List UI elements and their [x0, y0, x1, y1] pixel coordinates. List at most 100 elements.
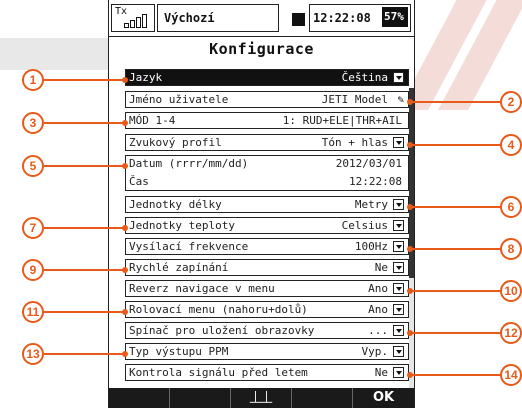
callout-leader-line — [44, 165, 126, 167]
softkey-4[interactable] — [292, 388, 353, 408]
callout-8: 8 — [500, 238, 522, 260]
dropdown-arrow-icon[interactable] — [393, 220, 404, 231]
dropdown-arrow-icon[interactable] — [393, 346, 404, 357]
setting-value: Ne — [374, 261, 388, 274]
callout-leader-line — [410, 248, 502, 250]
setting-label: Typ výstupu PPM — [129, 345, 229, 358]
callout-dot — [122, 120, 128, 126]
setting-row-quick-start[interactable]: Rychlé zapínání Ne — [125, 259, 409, 276]
callout-dot — [122, 351, 128, 357]
callout-5: 5 — [22, 155, 44, 177]
setting-row-temperature-units[interactable]: Jednotky teploty Celsius — [125, 217, 409, 234]
callout-10: 10 — [500, 280, 522, 302]
dropdown-arrow-icon[interactable] — [393, 199, 404, 210]
callout-12: 12 — [500, 322, 522, 344]
time-label: Čas — [129, 175, 149, 188]
setting-row-scroll-menu[interactable]: Rolovací menu (nahoru+dolů) Ano — [125, 301, 409, 318]
model-name-box: Výchozí — [157, 4, 279, 32]
callout-leader-line — [44, 122, 126, 124]
dropdown-arrow-icon[interactable] — [393, 325, 404, 336]
setting-value: ... — [368, 324, 388, 337]
setting-row-language[interactable]: Jazyk Čeština — [125, 69, 409, 86]
callout-dot — [122, 267, 128, 273]
setting-value: Celsius — [341, 219, 388, 232]
device-screen: Tx Výchozí 12:22:08 57% Konfigurace Jazy… — [108, 0, 415, 408]
callout-dot — [407, 372, 413, 378]
callout-dot — [122, 309, 128, 315]
callout-dot — [122, 77, 128, 83]
tx-label: Tx — [115, 6, 128, 17]
setting-label: Spínač pro uložení obrazovky — [129, 324, 315, 337]
callout-7: 7 — [22, 217, 44, 239]
setting-label: Reverz navigace v menu — [129, 282, 275, 295]
setting-label: Vysílací frekvence — [129, 240, 249, 253]
callout-leader-line — [44, 269, 126, 271]
clock-box: 12:22:08 57% — [309, 4, 411, 32]
dropdown-arrow-icon[interactable] — [393, 367, 404, 378]
callout-dot — [122, 163, 128, 169]
setting-value: JETI Model — [321, 93, 388, 106]
callout-6: 6 — [500, 196, 522, 218]
setting-label: Jednotky délky — [129, 198, 222, 211]
callout-11: 11 — [22, 301, 44, 323]
callout-dot — [407, 142, 413, 148]
callout-13: 13 — [22, 343, 44, 365]
callout-leader-line — [410, 101, 502, 103]
setting-row-preflight-signal-check[interactable]: Kontrola signálu před letem Ne — [125, 364, 409, 381]
time-value[interactable]: 12:22:08 — [349, 175, 402, 188]
callout-1: 1 — [22, 69, 44, 91]
setting-label: MÓD 1-4 — [129, 114, 176, 127]
setting-value: Vyp. — [361, 345, 389, 358]
setting-label: Rolovací menu (nahoru+dolů) — [129, 303, 308, 316]
dropdown-arrow-icon[interactable] — [393, 72, 404, 83]
dropdown-arrow-icon[interactable] — [393, 283, 404, 294]
softkey-1[interactable] — [109, 388, 170, 408]
setting-row-length-units[interactable]: Jednotky délky Metry — [125, 196, 409, 213]
signal-bar-icon — [136, 17, 141, 28]
setting-value: Čeština — [341, 71, 388, 84]
softkey-2[interactable] — [170, 388, 231, 408]
callout-dot — [407, 99, 413, 105]
softkey-bar: ⏊⏊ OK — [109, 388, 414, 408]
watermark-gray-band — [0, 38, 120, 70]
callout-leader-line — [44, 79, 126, 81]
callout-9: 9 — [22, 259, 44, 281]
setting-row-menu-navigation-reverse[interactable]: Reverz navigace v menu Ano — [125, 280, 409, 297]
dropdown-arrow-icon[interactable] — [393, 241, 404, 252]
setting-label: Jméno uživatele — [129, 93, 229, 106]
callout-dot — [122, 225, 128, 231]
callout-leader-line — [410, 374, 502, 376]
battery-icon: 57% — [382, 7, 408, 27]
dropdown-arrow-icon[interactable] — [393, 262, 404, 273]
softkey-3-icon[interactable]: ⏊⏊ — [231, 388, 292, 408]
date-label: Datum (rrrr/mm/dd) — [129, 157, 249, 170]
ok-button[interactable]: OK — [353, 388, 414, 408]
callout-leader-line — [410, 332, 502, 334]
battery-level: 57% — [384, 10, 404, 23]
setting-row-tx-frequency[interactable]: Vysílací frekvence 100Hz — [125, 238, 409, 255]
signal-bar-icon — [130, 20, 135, 28]
callout-3: 3 — [22, 112, 44, 134]
setting-row-mode[interactable]: MÓD 1-4 1: RUD+ELE|THR+AIL — [125, 112, 409, 129]
callout-leader-line — [410, 144, 502, 146]
dropdown-arrow-icon[interactable] — [393, 304, 404, 315]
dropdown-arrow-icon[interactable] — [393, 137, 404, 148]
setting-row-sound-profile[interactable]: Zvukový profil Tón + hlas — [125, 134, 409, 151]
setting-label: Jazyk — [129, 71, 163, 84]
setting-row-ppm-output[interactable]: Typ výstupu PPM Vyp. — [125, 343, 409, 360]
setting-label: Kontrola signálu před letem — [129, 366, 308, 379]
setting-row-screenshot-switch[interactable]: Spínač pro uložení obrazovky ... — [125, 322, 409, 339]
pencil-edit-icon[interactable]: ✎ — [397, 93, 404, 106]
signal-bar-icon — [124, 23, 129, 28]
scrollbar[interactable] — [409, 88, 414, 388]
setting-row-user-name[interactable]: Jméno uživatele JETI Model ✎ — [125, 91, 409, 108]
date-value[interactable]: 2012/03/01 — [336, 157, 402, 170]
callout-dot — [407, 288, 413, 294]
setting-value: 100Hz — [354, 240, 388, 253]
setting-value: Ne — [374, 366, 388, 379]
status-square-icon — [292, 13, 305, 26]
setting-row-date-time[interactable]: Datum (rrrr/mm/dd) 2012/03/01 Čas 12:22:… — [125, 155, 409, 191]
callout-dot — [407, 246, 413, 252]
callout-leader-line — [410, 290, 502, 292]
clock-time: 12:22:08 — [313, 11, 371, 25]
